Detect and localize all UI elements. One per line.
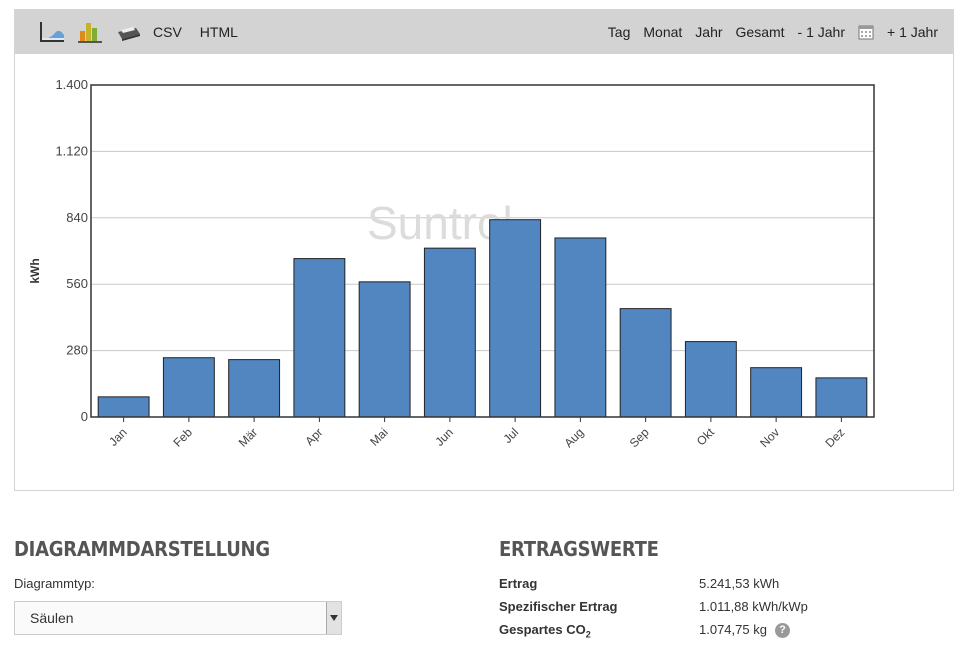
bar-jun[interactable] bbox=[423, 247, 476, 418]
x-tick-label: Sep bbox=[627, 425, 652, 450]
x-tick-label: Mär bbox=[236, 425, 261, 450]
y-axis-ticks: 0 280 560 840 1.120 1.400 bbox=[55, 77, 88, 424]
period-month-link[interactable]: Monat bbox=[643, 24, 682, 40]
period-day-link[interactable]: Tag bbox=[608, 24, 631, 40]
x-tick-label: Dez bbox=[823, 425, 848, 450]
diagram-section-title: DIAGRAMMDARSTELLUNG bbox=[14, 537, 270, 561]
x-tick-label: Jun bbox=[432, 425, 456, 449]
bar-sep[interactable] bbox=[619, 308, 672, 418]
calendar-icon[interactable] bbox=[858, 24, 874, 40]
yield-label: Ertrag bbox=[499, 576, 538, 591]
help-icon[interactable]: ? bbox=[774, 623, 790, 639]
y-tick-label: 0 bbox=[81, 409, 88, 424]
csv-export-link[interactable]: CSV bbox=[153, 24, 182, 40]
co2-value: 1.074,75 kg bbox=[699, 622, 767, 637]
bar-okt[interactable] bbox=[684, 341, 737, 418]
y-tick-label: 560 bbox=[66, 276, 88, 291]
html-export-link[interactable]: HTML bbox=[200, 24, 238, 40]
bar-feb[interactable] bbox=[162, 357, 215, 418]
diagram-type-label: Diagrammtyp: bbox=[14, 576, 95, 591]
period-year-link[interactable]: Jahr bbox=[695, 24, 722, 40]
chevron-down-icon[interactable] bbox=[326, 602, 341, 634]
bar-chart-icon[interactable] bbox=[77, 19, 103, 45]
bar-jan[interactable] bbox=[97, 396, 150, 418]
x-tick-label: Feb bbox=[170, 425, 195, 450]
co2-subscript: 2 bbox=[585, 629, 591, 640]
bar-aug[interactable] bbox=[554, 237, 607, 418]
y-axis-title: kWh bbox=[28, 258, 42, 283]
x-axis-ticks: Jan Feb Mär Apr Mai Jun Jul Aug Sep Okt Nov Dez bbox=[106, 417, 847, 450]
bar-jul[interactable] bbox=[489, 219, 542, 418]
print-icon[interactable] bbox=[115, 19, 141, 45]
bar-series bbox=[97, 219, 868, 418]
bar-nov[interactable] bbox=[750, 367, 803, 418]
x-tick-label: Nov bbox=[757, 425, 782, 450]
bar-apr[interactable] bbox=[293, 258, 346, 418]
yield-section-title: ERTRAGSWERTE bbox=[499, 537, 659, 561]
y-tick-label: 280 bbox=[66, 343, 88, 358]
bar-dez[interactable] bbox=[815, 377, 868, 418]
yield-value: 1.074,75 kg? bbox=[699, 622, 790, 639]
next-year-link[interactable]: + 1 Jahr bbox=[887, 24, 938, 40]
x-tick-label: Mai bbox=[367, 425, 391, 449]
chart-toolbar: CSV HTML Tag Monat Jahr Gesamt - 1 Jahr … bbox=[15, 10, 953, 54]
x-tick-label: Jul bbox=[500, 425, 521, 446]
yield-label: Spezifischer Ertrag bbox=[499, 599, 618, 614]
x-tick-label: Aug bbox=[561, 425, 586, 450]
prev-year-link[interactable]: - 1 Jahr bbox=[798, 24, 845, 40]
grid-lines bbox=[91, 150, 874, 352]
yield-value: 1.011,88 kWh/kWp bbox=[699, 599, 808, 614]
diagram-type-value: Säulen bbox=[30, 610, 74, 626]
y-tick-label: 1.120 bbox=[55, 143, 88, 158]
bar-chart: Suntrol 02805608401.1201.400 Jan Feb Mär Ap… bbox=[28, 77, 875, 450]
yield-label: Gespartes CO2 bbox=[499, 622, 591, 640]
x-tick-label: Apr bbox=[302, 425, 325, 448]
diagram-type-select[interactable]: Säulen bbox=[14, 601, 342, 635]
x-tick-label: Jan bbox=[106, 425, 130, 449]
x-tick-label: Okt bbox=[694, 425, 718, 449]
chart-panel: CSV HTML Tag Monat Jahr Gesamt - 1 Jahr … bbox=[14, 9, 954, 491]
y-tick-label: 1.400 bbox=[55, 77, 88, 92]
bar-mai[interactable] bbox=[358, 281, 411, 418]
line-chart-icon[interactable] bbox=[39, 19, 65, 45]
yield-value: 5.241,53 kWh bbox=[699, 576, 780, 591]
y-tick-label: 840 bbox=[66, 210, 88, 225]
period-total-link[interactable]: Gesamt bbox=[736, 24, 785, 40]
bar-mär[interactable] bbox=[228, 359, 281, 418]
co2-label: Gespartes CO bbox=[499, 622, 586, 637]
